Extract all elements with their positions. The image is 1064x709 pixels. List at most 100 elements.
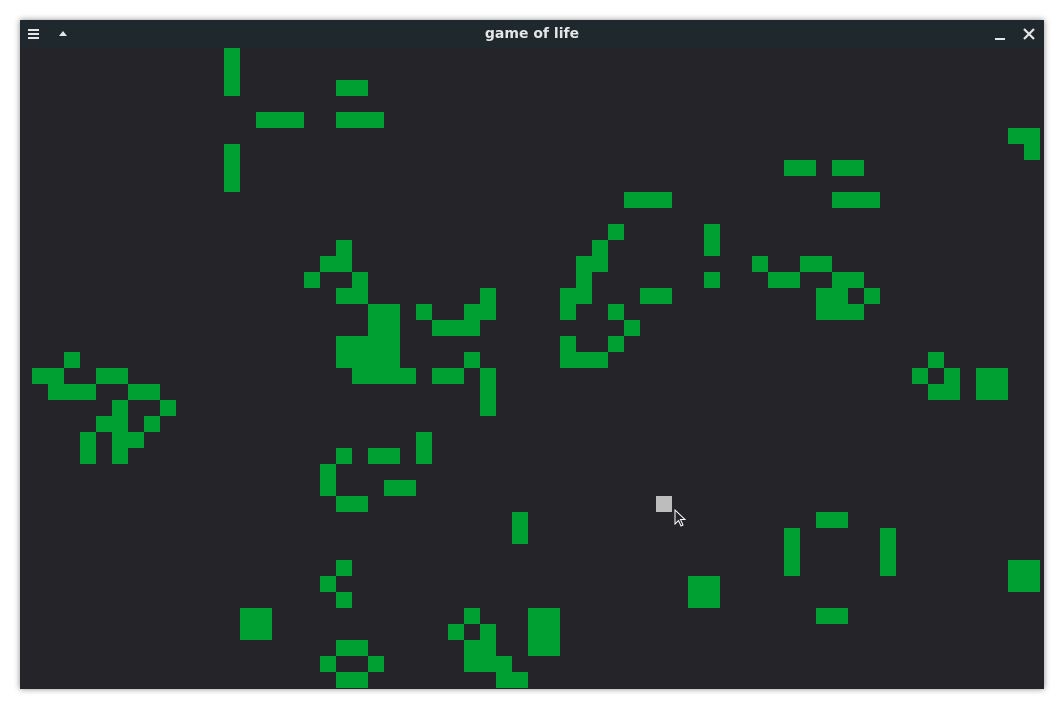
live-cell[interactable] — [480, 640, 496, 656]
live-cell[interactable] — [560, 352, 576, 368]
live-cell[interactable] — [160, 400, 176, 416]
live-cell[interactable] — [336, 240, 352, 256]
live-cell[interactable] — [944, 368, 960, 384]
live-cell[interactable] — [816, 288, 832, 304]
live-cell[interactable] — [352, 640, 368, 656]
live-cell[interactable] — [640, 192, 656, 208]
live-cell[interactable] — [608, 224, 624, 240]
live-cell[interactable] — [336, 352, 352, 368]
live-cell[interactable] — [224, 176, 240, 192]
live-cell[interactable] — [480, 304, 496, 320]
live-cell[interactable] — [1008, 128, 1024, 144]
live-cell[interactable] — [880, 560, 896, 576]
live-cell[interactable] — [224, 144, 240, 160]
live-cell[interactable] — [112, 448, 128, 464]
live-cell[interactable] — [1008, 576, 1024, 592]
live-cell[interactable] — [96, 368, 112, 384]
live-cell[interactable] — [816, 512, 832, 528]
live-cell[interactable] — [64, 384, 80, 400]
live-cell[interactable] — [928, 384, 944, 400]
live-cell[interactable] — [224, 160, 240, 176]
live-cell[interactable] — [128, 432, 144, 448]
live-cell[interactable] — [528, 608, 544, 624]
live-cell[interactable] — [128, 384, 144, 400]
live-cell[interactable] — [864, 288, 880, 304]
live-cell[interactable] — [800, 256, 816, 272]
live-cell[interactable] — [784, 160, 800, 176]
live-cell[interactable] — [432, 368, 448, 384]
live-cell[interactable] — [336, 112, 352, 128]
live-cell[interactable] — [560, 336, 576, 352]
live-cell[interactable] — [240, 624, 256, 640]
live-cell[interactable] — [112, 400, 128, 416]
live-cell[interactable] — [384, 352, 400, 368]
live-cell[interactable] — [480, 384, 496, 400]
live-cell[interactable] — [320, 576, 336, 592]
live-cell[interactable] — [608, 304, 624, 320]
live-cell[interactable] — [320, 464, 336, 480]
live-cell[interactable] — [368, 336, 384, 352]
live-cell[interactable] — [336, 80, 352, 96]
live-cell[interactable] — [368, 352, 384, 368]
live-cell[interactable] — [608, 336, 624, 352]
live-cell[interactable] — [576, 256, 592, 272]
live-cell[interactable] — [544, 640, 560, 656]
live-cell[interactable] — [752, 256, 768, 272]
live-cell[interactable] — [112, 416, 128, 432]
live-cell[interactable] — [512, 512, 528, 528]
live-cell[interactable] — [784, 272, 800, 288]
live-cell[interactable] — [1024, 560, 1040, 576]
live-cell[interactable] — [784, 528, 800, 544]
live-cell[interactable] — [336, 672, 352, 688]
live-cell[interactable] — [400, 368, 416, 384]
live-cell[interactable] — [320, 256, 336, 272]
live-cell[interactable] — [336, 560, 352, 576]
live-cell[interactable] — [592, 352, 608, 368]
live-cell[interactable] — [880, 528, 896, 544]
live-cell[interactable] — [384, 480, 400, 496]
live-cell[interactable] — [832, 160, 848, 176]
live-cell[interactable] — [704, 576, 720, 592]
live-cell[interactable] — [464, 304, 480, 320]
live-cell[interactable] — [352, 112, 368, 128]
live-cell[interactable] — [384, 336, 400, 352]
live-cell[interactable] — [384, 448, 400, 464]
live-cell[interactable] — [384, 368, 400, 384]
live-cell[interactable] — [816, 256, 832, 272]
life-grid[interactable] — [20, 48, 1044, 689]
live-cell[interactable] — [816, 304, 832, 320]
live-cell[interactable] — [352, 288, 368, 304]
live-cell[interactable] — [432, 320, 448, 336]
live-cell[interactable] — [832, 608, 848, 624]
live-cell[interactable] — [480, 656, 496, 672]
live-cell[interactable] — [80, 384, 96, 400]
live-cell[interactable] — [496, 672, 512, 688]
live-cell[interactable] — [304, 272, 320, 288]
live-cell[interactable] — [768, 272, 784, 288]
live-cell[interactable] — [656, 288, 672, 304]
live-cell[interactable] — [384, 320, 400, 336]
live-cell[interactable] — [1024, 128, 1040, 144]
live-cell[interactable] — [928, 352, 944, 368]
live-cell[interactable] — [368, 448, 384, 464]
live-cell[interactable] — [144, 384, 160, 400]
live-cell[interactable] — [544, 608, 560, 624]
live-cell[interactable] — [528, 624, 544, 640]
live-cell[interactable] — [480, 624, 496, 640]
live-cell[interactable] — [1024, 144, 1040, 160]
title-bar[interactable]: game of life — [20, 20, 1044, 48]
live-cell[interactable] — [592, 256, 608, 272]
live-cell[interactable] — [464, 320, 480, 336]
live-cell[interactable] — [832, 192, 848, 208]
live-cell[interactable] — [272, 112, 288, 128]
live-cell[interactable] — [464, 352, 480, 368]
live-cell[interactable] — [992, 368, 1008, 384]
live-cell[interactable] — [832, 304, 848, 320]
live-cell[interactable] — [704, 272, 720, 288]
live-cell[interactable] — [224, 64, 240, 80]
live-cell[interactable] — [448, 320, 464, 336]
live-cell[interactable] — [400, 480, 416, 496]
live-cell[interactable] — [848, 304, 864, 320]
live-cell[interactable] — [784, 560, 800, 576]
live-cell[interactable] — [448, 368, 464, 384]
